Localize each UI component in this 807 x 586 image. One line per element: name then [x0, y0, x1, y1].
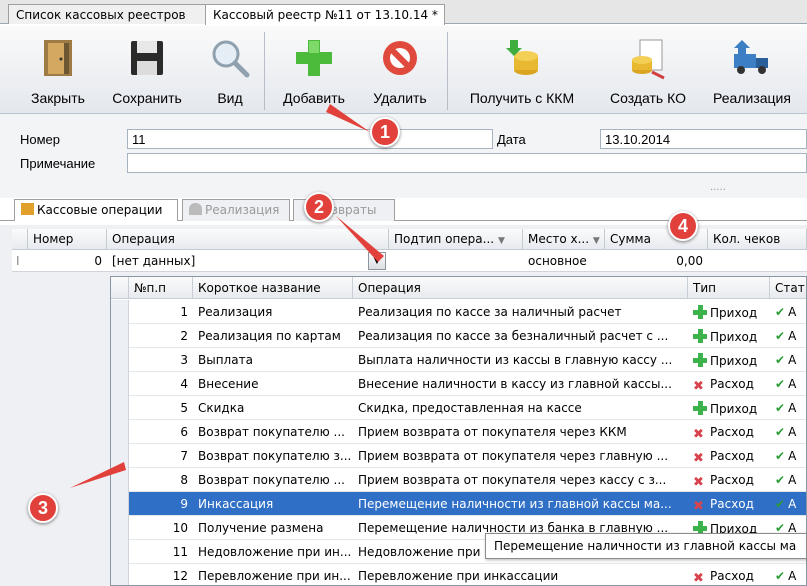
callout-arrow-2 — [336, 216, 384, 262]
callout-arrow-1 — [326, 104, 370, 132]
callout-arrows — [70, 104, 384, 488]
callout-badge-4: 4 — [668, 211, 698, 241]
callout-arrow-3 — [70, 462, 126, 488]
callout-badge-1: 1 — [370, 117, 400, 147]
callout-badge-3: 3 — [28, 493, 58, 523]
callout-badge-2: 2 — [304, 192, 334, 222]
